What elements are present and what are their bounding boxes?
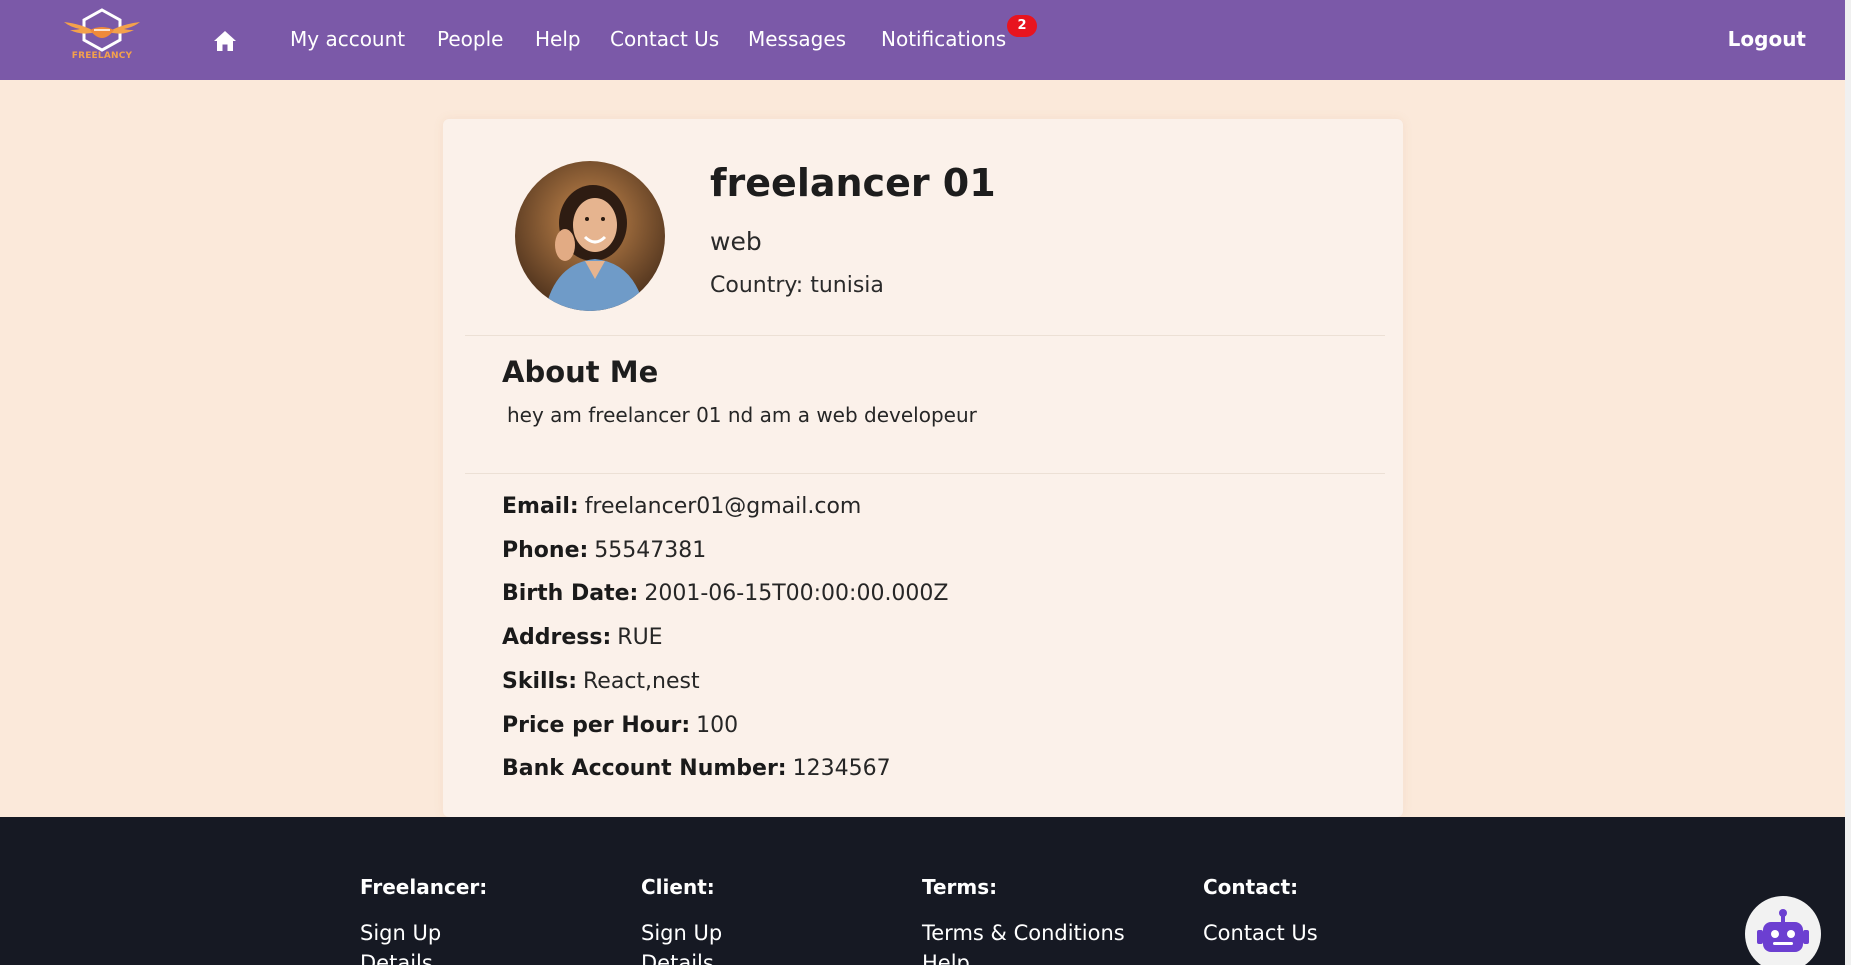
profile-avatar: [515, 161, 665, 311]
footer-client-details-link[interactable]: Details: [641, 951, 714, 965]
nav-notifications[interactable]: Notifications: [881, 27, 1006, 51]
about-me-heading: About Me: [502, 355, 659, 389]
detail-email: Email: freelancer01@gmail.com: [502, 494, 862, 519]
home-icon[interactable]: [213, 30, 237, 52]
footer-terms-link[interactable]: Terms & Conditions: [922, 921, 1125, 945]
logout-link[interactable]: Logout: [1728, 27, 1806, 51]
top-navbar: FREELANCY My account People Help Contact…: [0, 0, 1845, 80]
freelancy-logo[interactable]: FREELANCY: [62, 8, 142, 64]
footer-heading: Freelancer:: [360, 875, 488, 899]
nav-people[interactable]: People: [437, 27, 503, 51]
detail-skills: Skills: React,nest: [502, 669, 700, 694]
profile-name: freelancer 01: [710, 161, 996, 205]
robot-icon: [1757, 909, 1809, 952]
divider: [465, 473, 1385, 474]
footer-freelancer-signup-link[interactable]: Sign Up: [360, 921, 441, 945]
footer-heading: Client:: [641, 875, 715, 899]
detail-address: Address: RUE: [502, 625, 663, 650]
divider: [465, 335, 1385, 336]
nav-messages[interactable]: Messages: [748, 27, 846, 51]
nav-contact-us[interactable]: Contact Us: [610, 27, 719, 51]
logo-text: FREELANCY: [71, 51, 133, 61]
site-footer: Freelancer: Sign Up Details Client: Sign…: [0, 817, 1845, 965]
footer-help-link[interactable]: Help: [922, 951, 970, 965]
chatbot-button[interactable]: [1745, 896, 1821, 965]
detail-bank-account: Bank Account Number: 1234567: [502, 756, 891, 781]
footer-heading: Contact:: [1203, 875, 1299, 899]
nav-my-account[interactable]: My account: [290, 27, 405, 51]
detail-birth-date: Birth Date: 2001-06-15T00:00:00.000Z: [502, 581, 949, 606]
footer-client-signup-link[interactable]: Sign Up: [641, 921, 722, 945]
nav-help[interactable]: Help: [535, 27, 581, 51]
footer-freelancer-details-link[interactable]: Details: [360, 951, 433, 965]
page-scrollbar[interactable]: [1845, 0, 1851, 965]
notification-count-badge: 2: [1007, 15, 1037, 37]
profile-card: freelancer 01 web Country: tunisia About…: [443, 119, 1403, 817]
detail-phone: Phone: 55547381: [502, 538, 707, 563]
profile-role: web: [710, 227, 762, 256]
about-me-text: hey am freelancer 01 nd am a web develop…: [507, 403, 977, 427]
detail-price-per-hour: Price per Hour: 100: [502, 713, 739, 738]
footer-heading: Terms:: [922, 875, 998, 899]
footer-contact-us-link[interactable]: Contact Us: [1203, 921, 1318, 945]
profile-country: Country: tunisia: [710, 273, 884, 298]
